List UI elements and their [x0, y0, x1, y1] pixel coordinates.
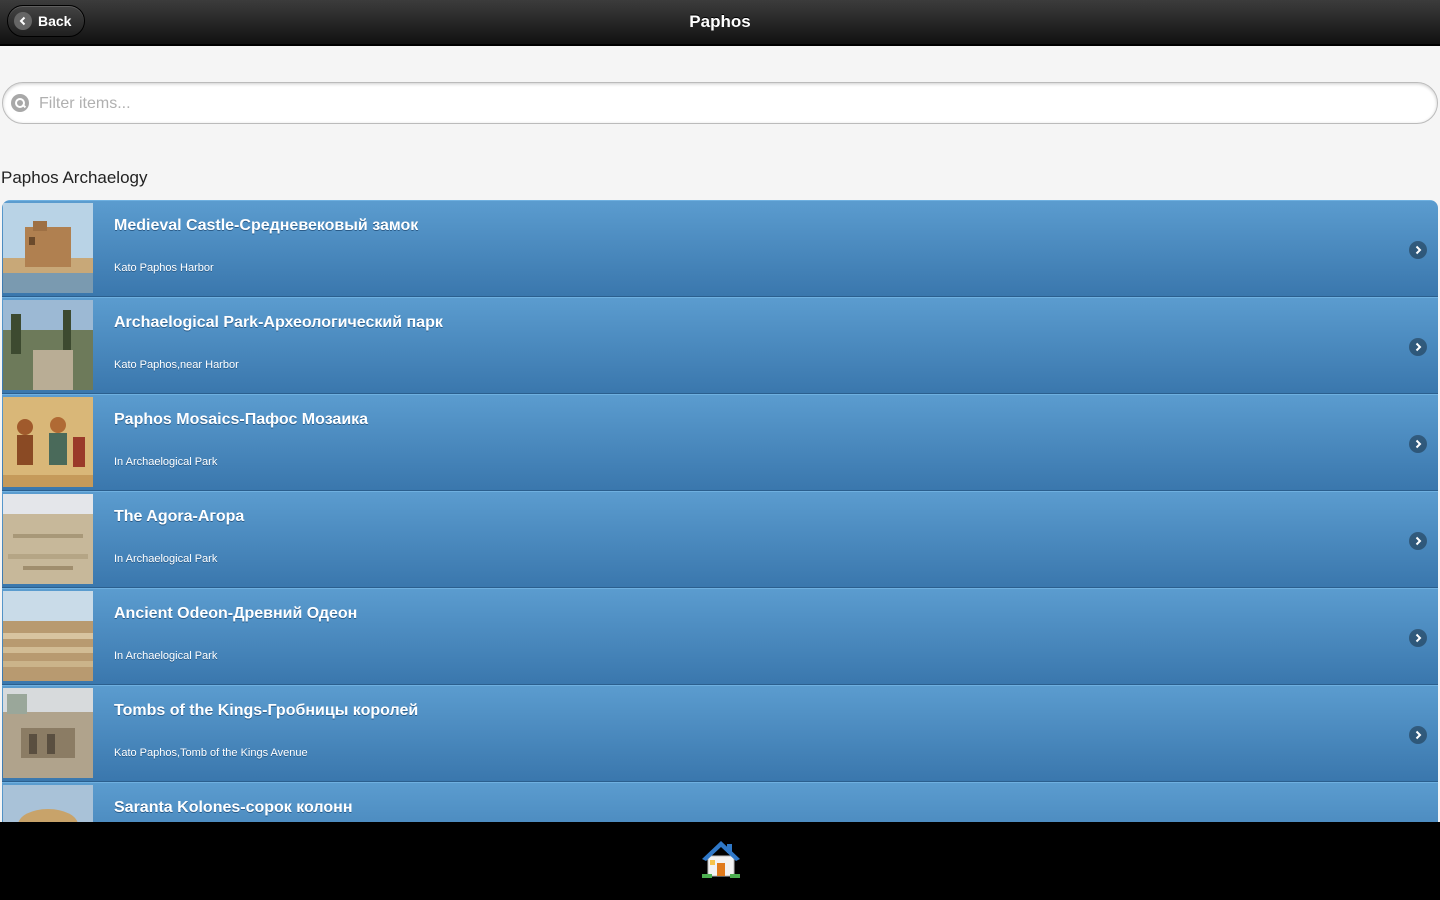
list-item[interactable]: The Agora-Агора In Archaelogical Park — [2, 491, 1438, 588]
chevron-right-icon — [1409, 435, 1427, 453]
list-item[interactable]: Paphos Mosaics-Пафос Мозаика In Archaelo… — [2, 394, 1438, 491]
thumbnail-agora — [3, 494, 93, 584]
thumbnail-castle — [3, 203, 93, 293]
home-button[interactable] — [696, 834, 746, 884]
item-subtitle: In Archaelogical Park — [114, 553, 218, 565]
section-heading: Paphos Archaelogy — [1, 168, 148, 187]
item-subtitle: Kato Paphos,Tomb of the Kings Avenue — [114, 747, 308, 759]
home-icon — [702, 841, 740, 878]
chevron-right-icon — [1409, 338, 1427, 356]
list-item[interactable]: Archaelogical Park-Археологический парк … — [2, 297, 1438, 394]
thumbnail-park — [3, 300, 93, 390]
list-item[interactable]: Medieval Castle-Средневековый замок Kato… — [2, 200, 1438, 297]
search-input[interactable] — [37, 91, 1431, 117]
list-item[interactable]: Ancient Odeon-Древний Одеон In Archaelog… — [2, 588, 1438, 685]
thumbnail-odeon — [3, 591, 93, 681]
thumbnail-mosaic — [3, 397, 93, 487]
item-subtitle: In Archaelogical Park — [114, 456, 218, 468]
item-subtitle: In Archaelogical Park — [114, 650, 218, 662]
item-title: Tombs of the Kings-Гробницы королей — [114, 702, 419, 719]
item-title: Medieval Castle-Средневековый замок — [114, 217, 419, 234]
page-title: Paphos — [689, 12, 751, 31]
thumbnail-tombs — [3, 688, 93, 778]
thumbnail-kolones — [3, 785, 93, 822]
search-icon — [11, 94, 29, 112]
item-subtitle: Kato Paphos Harbor — [114, 262, 214, 274]
chevron-right-icon — [1409, 629, 1427, 647]
header-bar: Back Paphos — [0, 0, 1440, 46]
item-title: Ancient Odeon-Древний Одеон — [114, 605, 358, 622]
item-subtitle: Kato Paphos,near Harbor — [114, 359, 239, 371]
item-title: Paphos Mosaics-Пафос Мозаика — [114, 411, 369, 428]
list-item[interactable]: Saranta Kolones-сорок колонн — [2, 782, 1438, 822]
search-bar[interactable] — [2, 82, 1438, 124]
chevron-right-icon — [1409, 241, 1427, 259]
item-title: Saranta Kolones-сорок колонн — [114, 799, 353, 816]
chevron-right-icon — [1409, 726, 1427, 744]
item-title: The Agora-Агора — [114, 508, 245, 525]
list-item[interactable]: Tombs of the Kings-Гробницы королей Kato… — [2, 685, 1438, 782]
chevron-right-icon — [1409, 532, 1427, 550]
places-list: Medieval Castle-Средневековый замок Kato… — [2, 200, 1438, 822]
item-title: Archaelogical Park-Археологический парк — [114, 314, 443, 331]
